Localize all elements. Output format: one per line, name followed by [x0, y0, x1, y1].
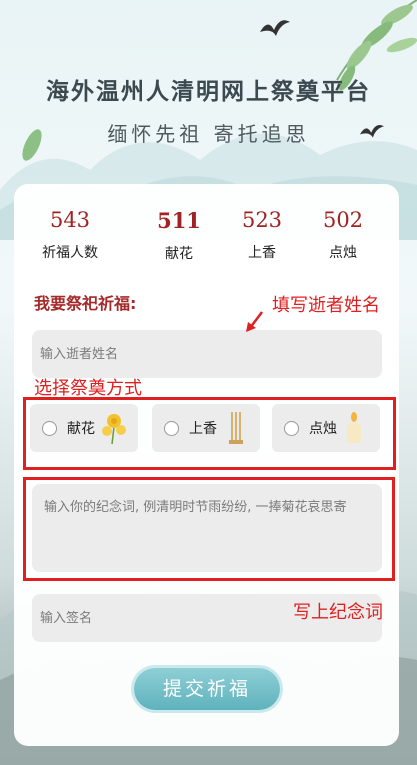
memorial-message-input[interactable] [32, 484, 382, 572]
option-incense[interactable]: 上香 [152, 404, 260, 452]
page-title: 海外温州人清明网上祭奠平台 [46, 79, 371, 105]
radio-button[interactable] [42, 420, 57, 436]
stat-candles: 502 点烛 [303, 208, 383, 262]
radio-button[interactable] [164, 420, 179, 436]
annotation-write-message: 写上纪念词 [293, 602, 383, 623]
stat-value: 511 [157, 208, 201, 233]
stat-value: 502 [322, 208, 364, 232]
option-label: 上香 [189, 421, 217, 437]
memorial-card: 543 祈福人数 511 献花 523 上香 502 点烛 我要祭祀祈福: 献花… [14, 184, 399, 746]
stat-blessings: 543 祈福人数 [30, 208, 110, 262]
incense-icon [229, 412, 243, 444]
stat-label: 点烛 [329, 245, 357, 261]
stat-incense: 523 上香 [222, 208, 302, 262]
annotation-choose-method: 选择祭奠方式 [34, 378, 142, 399]
stat-value: 523 [241, 208, 283, 232]
stat-label: 上香 [248, 245, 276, 261]
stat-label: 祈福人数 [42, 245, 98, 261]
arrow-icon [246, 311, 263, 332]
submit-blessing-button[interactable]: 提交祈福 [134, 668, 280, 710]
stat-value: 543 [49, 208, 91, 232]
radio-button[interactable] [284, 420, 299, 436]
option-label: 点烛 [309, 421, 337, 437]
option-candle[interactable]: 点烛 [272, 404, 380, 452]
stat-flowers: 511 献花 [139, 208, 219, 263]
annotation-fill-name: 填写逝者姓名 [272, 295, 380, 316]
option-flowers[interactable]: 献花 [30, 404, 138, 452]
section-title: 我要祭祀祈福: [34, 294, 137, 313]
option-label: 献花 [67, 421, 95, 437]
deceased-name-input[interactable] [32, 330, 382, 378]
candle-icon [347, 412, 361, 443]
chrysanthemum-icon [102, 414, 126, 445]
stat-label: 献花 [165, 246, 193, 262]
swallow-icon [260, 20, 290, 36]
page-subtitle: 缅怀先祖 寄托追思 [107, 122, 310, 146]
